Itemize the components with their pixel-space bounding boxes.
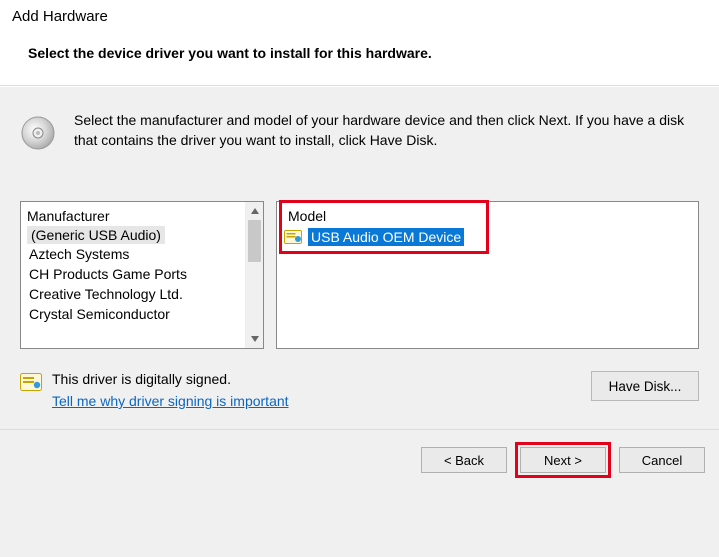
model-list[interactable]: Model USB Audio OEM Device <box>276 201 699 349</box>
footer: < Back Next > Cancel <box>0 430 719 490</box>
info-row: Select the manufacturer and model of you… <box>0 87 719 151</box>
model-item-label: USB Audio OEM Device <box>308 228 464 246</box>
heading-area: Select the device driver you want to ins… <box>0 37 719 85</box>
certificate-icon <box>284 230 302 244</box>
manufacturer-item-creative[interactable]: Creative Technology Ltd. <box>27 284 239 304</box>
manufacturer-item-crystal[interactable]: Crystal Semiconductor <box>27 304 239 324</box>
add-hardware-window: Add Hardware Select the device driver yo… <box>0 0 719 557</box>
model-item-usb-audio-oem[interactable]: USB Audio OEM Device <box>284 228 482 246</box>
model-header: Model <box>288 206 482 226</box>
manufacturer-list[interactable]: Manufacturer (Generic USB Audio) Aztech … <box>20 201 264 349</box>
page-heading: Select the device driver you want to ins… <box>28 45 699 61</box>
signing-row: This driver is digitally signed. Tell me… <box>0 349 719 409</box>
body-area: Select the manufacturer and model of you… <box>0 86 719 557</box>
signing-status: This driver is digitally signed. <box>52 371 289 387</box>
manufacturer-item-aztech[interactable]: Aztech Systems <box>27 244 239 264</box>
disc-icon <box>20 115 56 151</box>
window-title-text: Add Hardware <box>12 8 108 25</box>
manufacturer-item-ch-products[interactable]: CH Products Game Ports <box>27 264 239 284</box>
scroll-thumb[interactable] <box>248 220 261 262</box>
info-text: Select the manufacturer and model of you… <box>74 111 699 150</box>
manufacturer-scrollbar[interactable] <box>245 202 263 348</box>
next-button[interactable]: Next > <box>520 447 606 473</box>
certificate-icon <box>20 373 42 391</box>
manufacturer-header: Manufacturer <box>27 206 239 226</box>
annotation-highlight-next: Next > <box>515 442 611 478</box>
back-button[interactable]: < Back <box>421 447 507 473</box>
window-title: Add Hardware <box>0 0 719 37</box>
scroll-down-icon[interactable] <box>246 330 263 348</box>
scroll-track[interactable] <box>246 220 263 330</box>
manufacturer-item-generic-usb-audio[interactable]: (Generic USB Audio) <box>27 226 165 244</box>
have-disk-button[interactable]: Have Disk... <box>591 371 699 401</box>
cancel-button[interactable]: Cancel <box>619 447 705 473</box>
lists-row: Manufacturer (Generic USB Audio) Aztech … <box>0 151 719 349</box>
signing-link[interactable]: Tell me why driver signing is important <box>52 393 289 409</box>
scroll-up-icon[interactable] <box>246 202 263 220</box>
annotation-highlight-model: Model USB Audio OEM Device <box>279 200 489 254</box>
